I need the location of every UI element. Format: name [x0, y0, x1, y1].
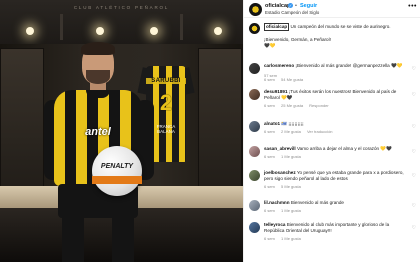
- player-beard: [86, 70, 110, 84]
- player-leg: [112, 216, 134, 262]
- ceiling-lamp: [214, 27, 222, 35]
- comment-likes[interactable]: 2 Me gusta: [281, 129, 301, 134]
- comment-meta: 6 sem 25 Me gusta Responder: [264, 103, 334, 108]
- soccer-ball: PENALTY: [92, 146, 142, 196]
- heart-icon[interactable]: ♡: [412, 66, 416, 72]
- heart-icon[interactable]: ♡: [412, 173, 416, 179]
- follow-button[interactable]: Seguir: [300, 3, 317, 9]
- comment-time: 6 sem: [264, 129, 275, 134]
- comment-meta: 6 sem 2 Me gusta Ver traducción: [264, 129, 338, 134]
- heart-icon[interactable]: ♡: [412, 92, 416, 98]
- ceiling-text: CLUB ATLÉTICO PEÑAROL: [73, 5, 170, 10]
- caption-username[interactable]: oficialcap: [264, 23, 290, 31]
- post-viewer: CLUB ATLÉTICO PEÑAROL SARUBBI 2 FRANCA B…: [0, 0, 420, 262]
- comment-username[interactable]: carlosmereno: [264, 63, 294, 68]
- ceiling-beam: [60, 14, 63, 40]
- comment-meta: 6 sem 1 Me gusta: [264, 208, 306, 213]
- locker: [0, 48, 44, 188]
- caption-line: ¡Bienvenido, Germán, a Peñarol!: [264, 37, 331, 42]
- heart-icon[interactable]: ♡: [412, 124, 416, 130]
- avatar[interactable]: [249, 63, 260, 74]
- comment-text: carlosmereno ¡Bienvenido al más grande! …: [264, 63, 409, 69]
- avatar[interactable]: [249, 200, 260, 211]
- comment-likes[interactable]: 5 Me gusta: [281, 184, 301, 189]
- separator-dot: •: [295, 3, 297, 9]
- post-photo[interactable]: CLUB ATLÉTICO PEÑAROL SARUBBI 2 FRANCA B…: [0, 0, 243, 262]
- post-details-panel: oficialcap ✓ • Seguir Estadio Campeón de…: [243, 0, 420, 262]
- ceiling-beam: [180, 14, 183, 40]
- comment-likes[interactable]: 1 Me gusta: [281, 154, 301, 159]
- comment-time: 6 sem: [264, 184, 275, 189]
- comment-text: lil.nachmnn Bienvenido al más grande: [264, 200, 409, 206]
- caption-emoji: 🖤💛: [264, 43, 276, 48]
- comment-time: 6 sem: [264, 236, 275, 241]
- comment-username[interactable]: sasan_abrevill: [264, 146, 296, 151]
- locker: [198, 48, 242, 188]
- comment-text: telleyroca Bienvenido al club más import…: [264, 222, 409, 234]
- comment-time: 6 sem: [264, 103, 275, 108]
- comment-likes[interactable]: 54 Me gusta: [281, 77, 303, 82]
- heart-icon[interactable]: ♡: [412, 203, 416, 209]
- comment-emoji: 💛🖤: [281, 95, 293, 100]
- avatar[interactable]: [249, 146, 260, 157]
- comment-meta: 6 sem 1 Me gusta: [264, 236, 306, 241]
- comment-username[interactable]: telleyroca: [264, 222, 285, 227]
- avatar[interactable]: [249, 3, 262, 16]
- ceiling-lamp: [26, 27, 34, 35]
- avatar[interactable]: [249, 23, 260, 34]
- comment-username[interactable]: alnato1: [264, 121, 280, 126]
- player: antel: [44, 40, 154, 262]
- post-author-username[interactable]: oficialcap: [265, 3, 290, 9]
- comment-meta: 6 sem 5 Me gusta: [264, 184, 306, 189]
- heart-icon[interactable]: ♡: [412, 225, 416, 231]
- ceiling-lamp: [96, 27, 104, 35]
- post-header: oficialcap ✓ • Seguir Estadio Campeón de…: [244, 0, 420, 18]
- comment-text: alnato1 🇺🇾 ¡¡¡¡¡¡¡¡¡¡: [264, 121, 409, 127]
- ball-brand: PENALTY: [100, 163, 134, 170]
- comment-username[interactable]: lil.nachmnn: [264, 200, 290, 205]
- post-location[interactable]: Estadio Campeón del Siglo: [265, 10, 319, 15]
- shirt-sponsor: antel: [85, 126, 111, 138]
- comment-emoji: 💛🖤: [380, 146, 392, 151]
- comment-body: Bienvenido al más grande: [290, 200, 344, 205]
- see-translation-button[interactable]: Ver traducción: [307, 129, 333, 134]
- comment-likes[interactable]: 1 Me gusta: [281, 236, 301, 241]
- player-hair: [81, 42, 115, 55]
- verified-badge-icon: ✓: [288, 3, 293, 8]
- ball-band: [92, 176, 142, 184]
- comment-meta: 6 sem 54 Me gusta: [264, 77, 308, 82]
- comment-body: ¡Bienvenido al más grande! @germanpezzel…: [295, 63, 390, 68]
- comment-likes[interactable]: 1 Me gusta: [281, 208, 301, 213]
- caption-line: Un campeón del mundo se se viste de auri…: [290, 24, 391, 29]
- avatar[interactable]: [249, 170, 260, 181]
- ceiling-lamp: [150, 27, 158, 35]
- avatar[interactable]: [249, 222, 260, 233]
- comment-meta: 6 sem 1 Me gusta: [264, 154, 306, 159]
- reply-button[interactable]: Responder: [309, 103, 329, 108]
- avatar[interactable]: [249, 89, 260, 100]
- avatar[interactable]: [249, 121, 260, 132]
- comment-text: joelbosanchez Yo pensé que ya estaba gra…: [264, 170, 409, 182]
- comment-time: 6 sem: [264, 154, 275, 159]
- comment-emoji: 🖤💛: [391, 63, 403, 68]
- comment-username[interactable]: desu91891: [264, 89, 288, 94]
- comment-time: 6 sem: [264, 77, 275, 82]
- more-icon[interactable]: •••: [408, 3, 417, 10]
- comments-list[interactable]: oficialcap Un campeón del mundo se se vi…: [244, 20, 420, 262]
- comment-likes[interactable]: 25 Me gusta: [281, 103, 303, 108]
- player-leg: [62, 216, 84, 262]
- comment-text: sasan_abrevill Vamo arriba a dejar el al…: [264, 146, 409, 152]
- comment-text: desu91891 ¡Tus éxitos serán los nuestros…: [264, 89, 409, 101]
- comment-username[interactable]: joelbosanchez: [264, 170, 296, 175]
- heart-icon[interactable]: ♡: [412, 149, 416, 155]
- comment-body: Vamo arriba a dejar el alma y el corazón: [296, 146, 380, 151]
- comment-time: 6 sem: [264, 208, 275, 213]
- caption-text: oficialcap Un campeón del mundo se se vi…: [264, 23, 409, 49]
- comment-body: 🇺🇾 ¡¡¡¡¡¡¡¡¡¡: [281, 121, 304, 126]
